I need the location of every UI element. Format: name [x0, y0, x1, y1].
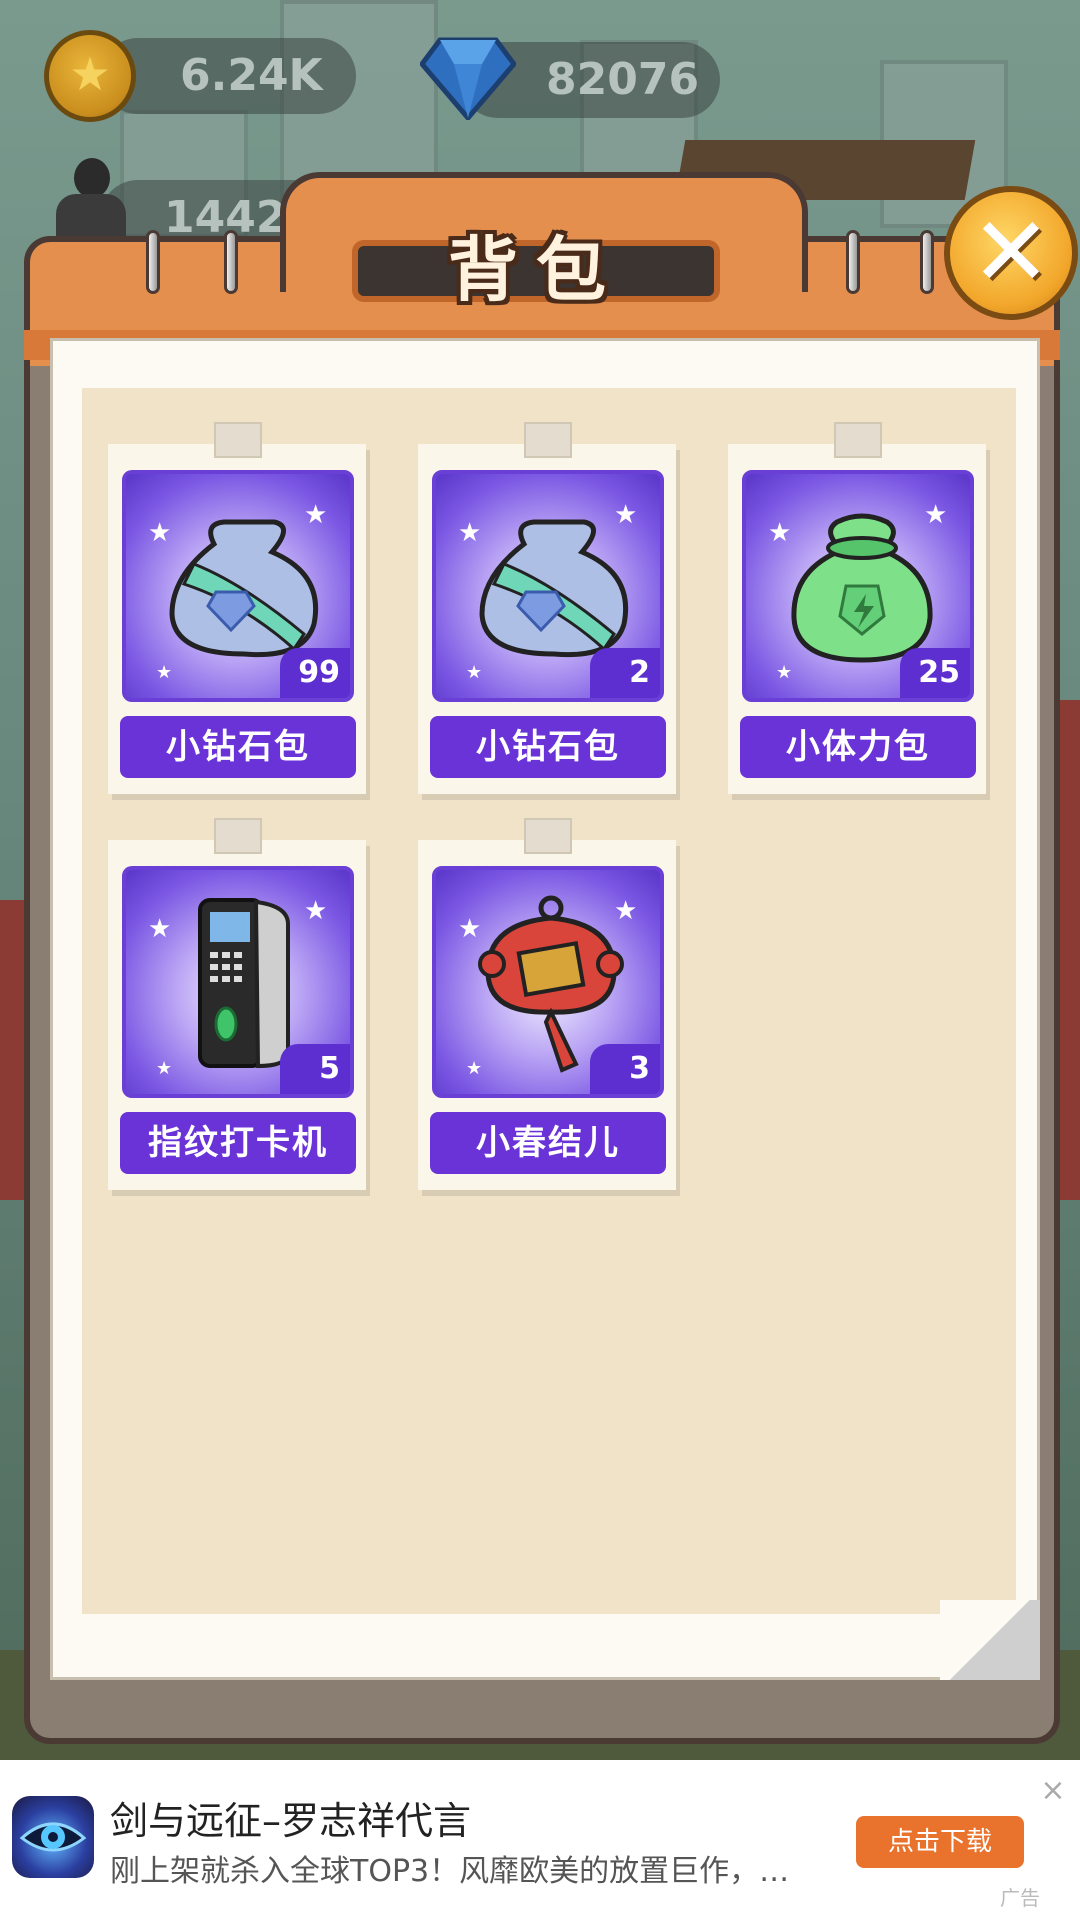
close-button[interactable]: ✕ — [944, 186, 1078, 320]
background-wall — [1060, 700, 1080, 1200]
item-art: ★ ★ ★ 5 — [122, 866, 354, 1098]
eye-icon — [19, 1822, 87, 1852]
item-count: 3 — [590, 1044, 660, 1094]
gem-value: 82076 — [546, 54, 700, 105]
diamond-bag-icon — [169, 519, 319, 658]
item-count: 99 — [280, 648, 350, 698]
item-art: ★ ★ ★ 25 — [742, 470, 974, 702]
close-icon: ✕ — [970, 196, 1052, 308]
card-clip — [214, 422, 262, 458]
ad-banner[interactable]: 剑与远征–罗志祥代言 刚上架就杀入全球TOP3！风靡欧美的放置巨作，… 点击下载… — [0, 1760, 1080, 1920]
coin-value: 6.24K — [180, 50, 323, 101]
binder-ring — [224, 230, 238, 294]
inventory-item[interactable]: ★ ★ ★ 25 小体力包 — [728, 422, 986, 794]
energy-bag-icon — [791, 513, 933, 663]
ad-title[interactable]: 剑与远征–罗志祥代言 — [110, 1790, 471, 1845]
ad-label: 广告 — [1000, 1886, 1040, 1910]
ad-close-icon[interactable]: × — [1040, 1776, 1066, 1806]
diamond-bag-icon — [479, 519, 629, 658]
item-name: 小钻石包 — [120, 716, 356, 778]
gem-icon — [420, 37, 516, 120]
download-button[interactable]: 点击下载 — [856, 1816, 1024, 1868]
background-wall — [0, 900, 24, 1200]
ad-description[interactable]: 刚上架就杀入全球TOP3！风靡欧美的放置巨作，… — [110, 1846, 830, 1890]
binder-ring — [846, 230, 860, 294]
item-art: ★ ★ ★ 99 — [122, 470, 354, 702]
item-name: 小体力包 — [740, 716, 976, 778]
card-clip — [524, 818, 572, 854]
binder-ring — [146, 230, 160, 294]
item-name: 小钻石包 — [430, 716, 666, 778]
ad-app-icon[interactable] — [12, 1796, 94, 1878]
avatar-body — [56, 194, 126, 238]
page-curl — [940, 1600, 1040, 1680]
card-clip — [214, 818, 262, 854]
avatar-head — [74, 158, 110, 198]
fingerprint-machine-icon — [198, 898, 290, 1069]
item-name: 小春结儿 — [430, 1112, 666, 1174]
item-count: 2 — [590, 648, 660, 698]
card-clip — [524, 422, 572, 458]
inventory-item[interactable]: ★ ★ ★ 99 小钻石包 — [108, 422, 366, 794]
inventory-item[interactable]: ★ ★ ★ 5 指纹打卡机 — [108, 818, 366, 1190]
item-count: 5 — [280, 1044, 350, 1094]
card-clip — [834, 422, 882, 458]
item-art: ★ ★ ★ 2 — [432, 470, 664, 702]
item-count: 25 — [900, 648, 970, 698]
binder-ring — [920, 230, 934, 294]
item-name: 指纹打卡机 — [120, 1112, 356, 1174]
inventory-item[interactable]: ★ ★ ★ 3 小春结儿 — [418, 818, 676, 1190]
inventory-item[interactable]: ★ ★ ★ 2 小钻石包 — [418, 422, 676, 794]
item-art: ★ ★ ★ 3 — [432, 866, 664, 1098]
coin-counter: 6.24K — [100, 38, 356, 114]
coin-icon: ★ — [44, 30, 136, 122]
avatar[interactable] — [56, 158, 126, 244]
panel-title: 背包 — [448, 229, 624, 311]
